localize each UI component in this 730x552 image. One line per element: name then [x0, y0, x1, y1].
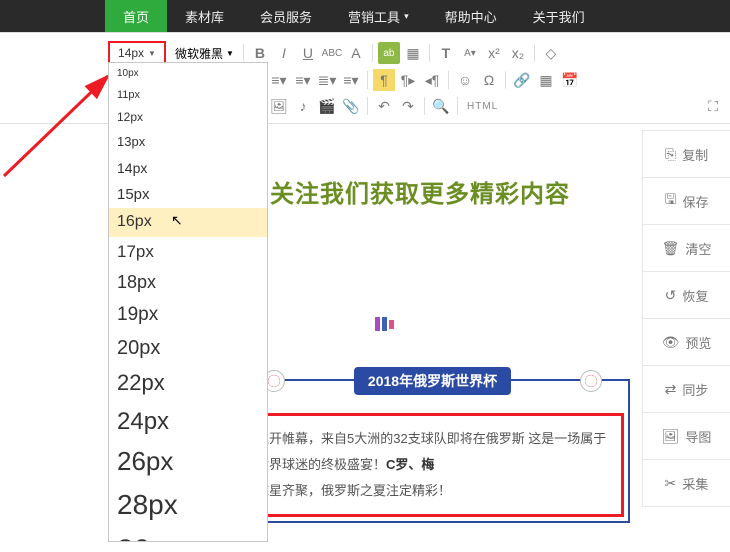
top-nav: 首页 素材库 会员服务 营销工具▾ 帮助中心 关于我们	[0, 0, 730, 32]
action-icon: 🗑	[662, 240, 680, 257]
side-action-导图[interactable]: 🖼 导图	[642, 412, 730, 460]
font-size-option[interactable]: 12px	[109, 106, 267, 130]
highlight-button[interactable]: ab	[378, 42, 400, 64]
font-size-option[interactable]: 19px	[109, 299, 267, 332]
nav-help[interactable]: 帮助中心	[427, 0, 515, 32]
attachment-button[interactable]: 📎	[340, 95, 362, 117]
article-block: 2018年俄罗斯世界杯 拉开帷幕，来自5大洲的32支球队即将在俄罗斯 这是一场属…	[235, 379, 630, 523]
chevron-down-icon: ▾	[404, 11, 409, 22]
font-size-option[interactable]: 14px	[109, 155, 267, 181]
article-body: 拉开帷幕，来自5大洲的32支球队即将在俄罗斯 这是一场属于世界球迷的终极盛宴！C…	[256, 426, 609, 504]
nav-home[interactable]: 首页	[105, 0, 167, 32]
action-icon: ✂	[665, 475, 677, 492]
nav-membership[interactable]: 会员服务	[242, 0, 330, 32]
superscript-button[interactable]: x²	[483, 42, 505, 64]
side-action-预览[interactable]: 👁 预览	[642, 318, 730, 366]
side-action-清空[interactable]: 🗑 清空	[642, 224, 730, 272]
nav-marketing[interactable]: 营销工具▾	[330, 0, 427, 32]
side-action-恢复[interactable]: ↺ 恢复	[642, 271, 730, 319]
font-size-option[interactable]: 22px	[109, 365, 267, 402]
unordered-list-button[interactable]: ≣▾	[316, 69, 338, 91]
font-size-option[interactable]: 10px	[109, 63, 267, 84]
nav-about[interactable]: 关于我们	[515, 0, 603, 32]
font-style-button[interactable]: A▾	[459, 42, 481, 64]
cursor-icon: ↖	[171, 211, 183, 229]
font-size-dropdown: 10px11px12px13px14px15px16px↖17px18px19p…	[108, 62, 268, 542]
font-size-option[interactable]: 16px↖	[109, 208, 267, 237]
side-actions: ⎘ 复制 🖫 保存 🗑 清空 ↺ 恢复 👁 预览 ⇄ 同步 🖼 导图 ✂ 采集	[642, 130, 730, 506]
action-icon: ⎘	[665, 146, 676, 163]
align-button[interactable]: ≡▾	[268, 69, 290, 91]
action-icon: 🖼	[662, 428, 680, 445]
underline-button[interactable]: U	[297, 42, 319, 64]
chevron-down-icon: ▼	[148, 49, 156, 58]
clear-format-button[interactable]: ◇	[540, 42, 562, 64]
image-button[interactable]: 🖼	[268, 95, 290, 117]
bold-button[interactable]: B	[249, 42, 271, 64]
action-icon: 🖫	[665, 189, 677, 213]
side-action-同步[interactable]: ⇄ 同步	[642, 365, 730, 413]
font-size-option[interactable]: 30px	[109, 527, 267, 542]
undo-button[interactable]: ↶	[373, 95, 395, 117]
font-color-button[interactable]: A	[345, 42, 367, 64]
action-icon: ↺	[665, 287, 677, 304]
italic-button[interactable]: I	[273, 42, 295, 64]
text-format-button[interactable]: T	[435, 42, 457, 64]
side-action-复制[interactable]: ⎘ 复制	[642, 130, 730, 178]
strikethrough-button[interactable]: ABC	[321, 42, 343, 64]
side-action-保存[interactable]: 🖫 保存	[642, 177, 730, 225]
chevron-down-icon: ▼	[226, 49, 234, 58]
fullscreen-button[interactable]: ⛶	[702, 95, 724, 117]
action-label: 保存	[682, 192, 708, 211]
action-label: 清空	[685, 239, 711, 258]
ltr-button[interactable]: ¶▸	[397, 69, 419, 91]
video-button[interactable]: 🎬	[316, 95, 338, 117]
audio-button[interactable]: ♪	[292, 95, 314, 117]
calendar-button[interactable]: 📅	[559, 69, 581, 91]
table-button[interactable]: ▦	[535, 69, 557, 91]
html-source-button[interactable]: HTML	[463, 95, 502, 117]
action-label: 同步	[682, 380, 708, 399]
font-size-option[interactable]: 11px	[109, 84, 267, 106]
action-label: 恢复	[682, 286, 708, 305]
action-label: 导图	[685, 427, 711, 446]
action-icon: 👁	[662, 334, 680, 351]
font-size-option[interactable]: 17px	[109, 237, 267, 267]
bg-color-button[interactable]: ▦	[402, 42, 424, 64]
font-size-option[interactable]: 18px	[109, 267, 267, 298]
side-action-采集[interactable]: ✂ 采集	[642, 459, 730, 507]
font-size-option[interactable]: 20px	[109, 331, 267, 365]
action-label: 复制	[682, 145, 708, 164]
subscript-button[interactable]: x₂	[507, 42, 529, 64]
font-size-option[interactable]: 24px	[109, 402, 267, 441]
ordered-list-button[interactable]: ≡▾	[292, 69, 314, 91]
font-size-option[interactable]: 26px	[109, 441, 267, 483]
rtl-button[interactable]: ◂¶	[421, 69, 443, 91]
article-title: 2018年俄罗斯世界杯	[354, 367, 511, 395]
font-size-option[interactable]: 13px	[109, 130, 267, 155]
link-button[interactable]: 🔗	[511, 69, 533, 91]
action-icon: ⇄	[665, 381, 677, 398]
symbol-button[interactable]: Ω	[478, 69, 500, 91]
action-label: 采集	[682, 474, 708, 493]
search-button[interactable]: 🔍	[430, 95, 452, 117]
emoji-button[interactable]: ☺	[454, 69, 476, 91]
paragraph-button[interactable]: ¶	[373, 69, 395, 91]
font-size-option[interactable]: 28px	[109, 483, 267, 527]
redo-button[interactable]: ↷	[397, 95, 419, 117]
nav-materials[interactable]: 素材库	[167, 0, 242, 32]
action-label: 预览	[685, 333, 711, 352]
line-height-button[interactable]: ≡▾	[340, 69, 362, 91]
font-size-option[interactable]: 15px	[109, 181, 267, 209]
soccer-ball-icon	[580, 370, 602, 392]
